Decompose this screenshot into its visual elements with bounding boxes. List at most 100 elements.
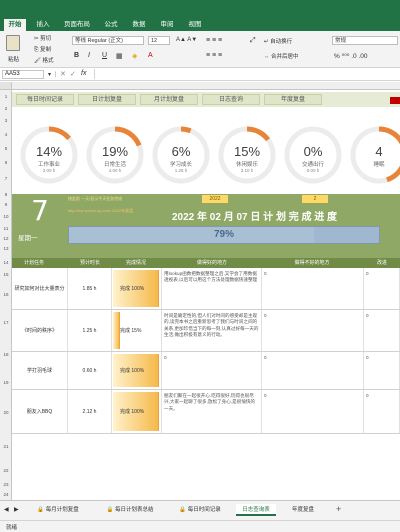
worksheet-grid[interactable]: 每日时间记录 日计划复盘 月计划复盘 日志查询 年度复盘 14% 工作事业 3.00… [12, 90, 400, 500]
fill-color-icon[interactable]: ◈ [132, 52, 137, 60]
grow-font-icon[interactable]: A▲ A▼ [176, 37, 197, 43]
tab-view[interactable]: 视图 [184, 19, 206, 31]
orientation-icon[interactable]: ⤢ [250, 37, 256, 45]
gauge-hours: 4.00 h [108, 168, 122, 173]
row-number[interactable]: 7 [0, 176, 12, 181]
gauge-percent: 19% [101, 144, 129, 159]
gauge-hours: 3.00 h [42, 168, 56, 173]
gauge-0: 14% 工作事业 3.00 h [16, 122, 82, 188]
enter-icon[interactable]: ✓ [70, 70, 76, 78]
row-headers[interactable]: 1 2 3 4 5 6 7 8 9 10 11 12 13 14 15 16 17 18 19 20 21 22 23 24 [0, 90, 12, 500]
table-row[interactable]: 朋友入BBQ 2.12 h 完成 100% 朋友们聚在一起很开心,吃得很好,玩得也很尽… [12, 390, 400, 434]
table-row[interactable]: 研究如何对比大量表分 1.85 h 完成 100% 用lookup函数把数据整理之后,… [12, 268, 400, 310]
tab-home[interactable]: 开始 [4, 19, 26, 31]
year-selector[interactable]: 2022 [202, 195, 228, 203]
tab-review[interactable]: 审阅 [156, 19, 178, 31]
borders-icon[interactable]: ▦ [116, 52, 123, 60]
percent-icon[interactable]: % ⁰⁰⁰ .0 .00 [334, 52, 367, 60]
task-improve-notes: 0 [364, 352, 400, 389]
scroll-left-icon[interactable]: ◀ [4, 506, 9, 513]
merge-icon: ⇔ [264, 54, 272, 60]
lock-icon: 🔒 [37, 507, 46, 513]
tab-data[interactable]: 数据 [128, 19, 150, 31]
paste-button[interactable]: 粘贴 [8, 55, 19, 63]
row-number[interactable]: 1 [0, 94, 12, 99]
tab-formulas[interactable]: 公式 [100, 19, 122, 31]
cancel-icon[interactable]: ✕ [60, 70, 66, 78]
row-number[interactable]: 11 [0, 226, 12, 231]
cut-button[interactable]: ✂ 剪切 [34, 34, 51, 42]
status-bar: 就绪 [0, 520, 400, 532]
task-improve-notes: 0 [364, 268, 400, 309]
row-number[interactable]: 16 [0, 292, 12, 297]
gauge-percent: 4 [375, 144, 383, 159]
gauge-label: 学习成长 [169, 162, 192, 168]
lock-icon: 🔒 [106, 507, 115, 513]
tab-page-layout[interactable]: 页面布局 [60, 19, 94, 31]
nav-daily-time-log[interactable]: 每日时间记录 [16, 94, 74, 105]
row-number[interactable]: 12 [0, 236, 12, 241]
task-good-notes: 0 [162, 352, 262, 389]
row-number[interactable]: 23 [0, 482, 12, 487]
row-number[interactable]: 20 [0, 410, 12, 415]
nav-monthly-plan-review[interactable]: 月计划复盘 [140, 94, 198, 105]
row-number[interactable]: 9 [0, 202, 12, 207]
nav-annual-review[interactable]: 年度复盘 [264, 94, 322, 105]
row-number[interactable]: 18 [0, 352, 12, 357]
nav-journal-query[interactable]: 日志查询 [202, 94, 260, 105]
font-name-select[interactable]: 等线 Regular (正文) [72, 36, 144, 45]
nav-daily-plan-review[interactable]: 日计划复盘 [78, 94, 136, 105]
align-top-icon[interactable]: ≡ ≡ ≡ [206, 37, 222, 44]
copy-button[interactable]: ⎘ 复制 [34, 45, 51, 54]
row-number[interactable]: 8 [0, 192, 12, 197]
align-left-icon[interactable]: ≡ ≡ ≡ [206, 52, 222, 59]
format-painter-button[interactable]: 🖌 格式 [34, 56, 54, 64]
sheet-tab-monthly-review[interactable]: 🔒 每月计划复盘 [26, 504, 90, 516]
add-sheet-icon[interactable]: + [336, 504, 341, 514]
italic-button[interactable]: I [88, 52, 90, 59]
row-number[interactable]: 4 [0, 132, 12, 137]
table-row[interactable]: 学打羽毛球 0.60 h 完成 100% 0 0 0 [12, 352, 400, 390]
row-number[interactable]: 24 [0, 492, 12, 497]
row-number[interactable]: 2 [0, 106, 12, 111]
formula-input[interactable] [94, 69, 398, 79]
month-selector[interactable]: 2 [302, 195, 328, 203]
bold-button[interactable]: B [74, 52, 79, 59]
sheet-tab-annual-review[interactable]: 年度复盘 [282, 504, 324, 516]
function-label[interactable]: fx [81, 70, 86, 77]
sheet-tab-daily-time-log[interactable]: 🔒 每日时间记录 [168, 504, 232, 516]
row-number[interactable]: 15 [0, 272, 12, 277]
underline-button[interactable]: U [102, 52, 107, 59]
row-number[interactable]: 21 [0, 444, 12, 449]
row-number[interactable]: 5 [0, 146, 12, 151]
wrap-text-button[interactable]: ↵ 自动换行 [264, 37, 292, 45]
wrap-text-label: 自动换行 [270, 39, 293, 45]
paste-icon[interactable] [6, 35, 20, 51]
column-headers[interactable] [12, 82, 400, 90]
row-number[interactable]: 17 [0, 320, 12, 325]
lock-icon: 🔒 [179, 507, 188, 513]
scroll-right-icon[interactable]: ▶ [14, 506, 19, 513]
name-box[interactable]: AA53 [2, 70, 44, 79]
task-status: 完成 100% [120, 286, 145, 292]
font-color-icon[interactable]: A [148, 52, 153, 59]
task-status-cell: 完成 100% [112, 268, 162, 309]
row-number[interactable]: 3 [0, 118, 12, 123]
name-box-dropdown-icon[interactable]: ▾ ⋮ [48, 71, 59, 78]
row-number[interactable]: 6 [0, 160, 12, 165]
number-format-select[interactable]: 常规 [332, 36, 398, 45]
merge-center-button[interactable]: ⇔ 合并后居中 [264, 52, 299, 60]
row-number[interactable]: 19 [0, 380, 12, 385]
row-number[interactable]: 13 [0, 246, 12, 251]
select-all-corner[interactable] [0, 82, 12, 90]
row-number[interactable]: 14 [0, 260, 12, 265]
sheet-tab-daily-plan-summary[interactable]: 🔒 每日计划表总结 [96, 504, 164, 516]
date-link[interactable]: http://mp.weixin.qq.com/ 2022年复盘 [68, 208, 133, 214]
table-row[interactable]: 《时间的秩序》 1.25 h 完成 15% 时间是确定性的,但人们对时间的感受却是主观… [12, 310, 400, 352]
font-size-select[interactable]: 12 [148, 36, 170, 45]
row-number[interactable]: 22 [0, 468, 12, 473]
row-number[interactable]: 10 [0, 214, 12, 219]
tab-insert[interactable]: 插入 [32, 19, 54, 31]
sheet-tab-journal-query[interactable]: 日志查询表 [236, 504, 276, 516]
gauge-label: 日常生活 [103, 162, 126, 168]
